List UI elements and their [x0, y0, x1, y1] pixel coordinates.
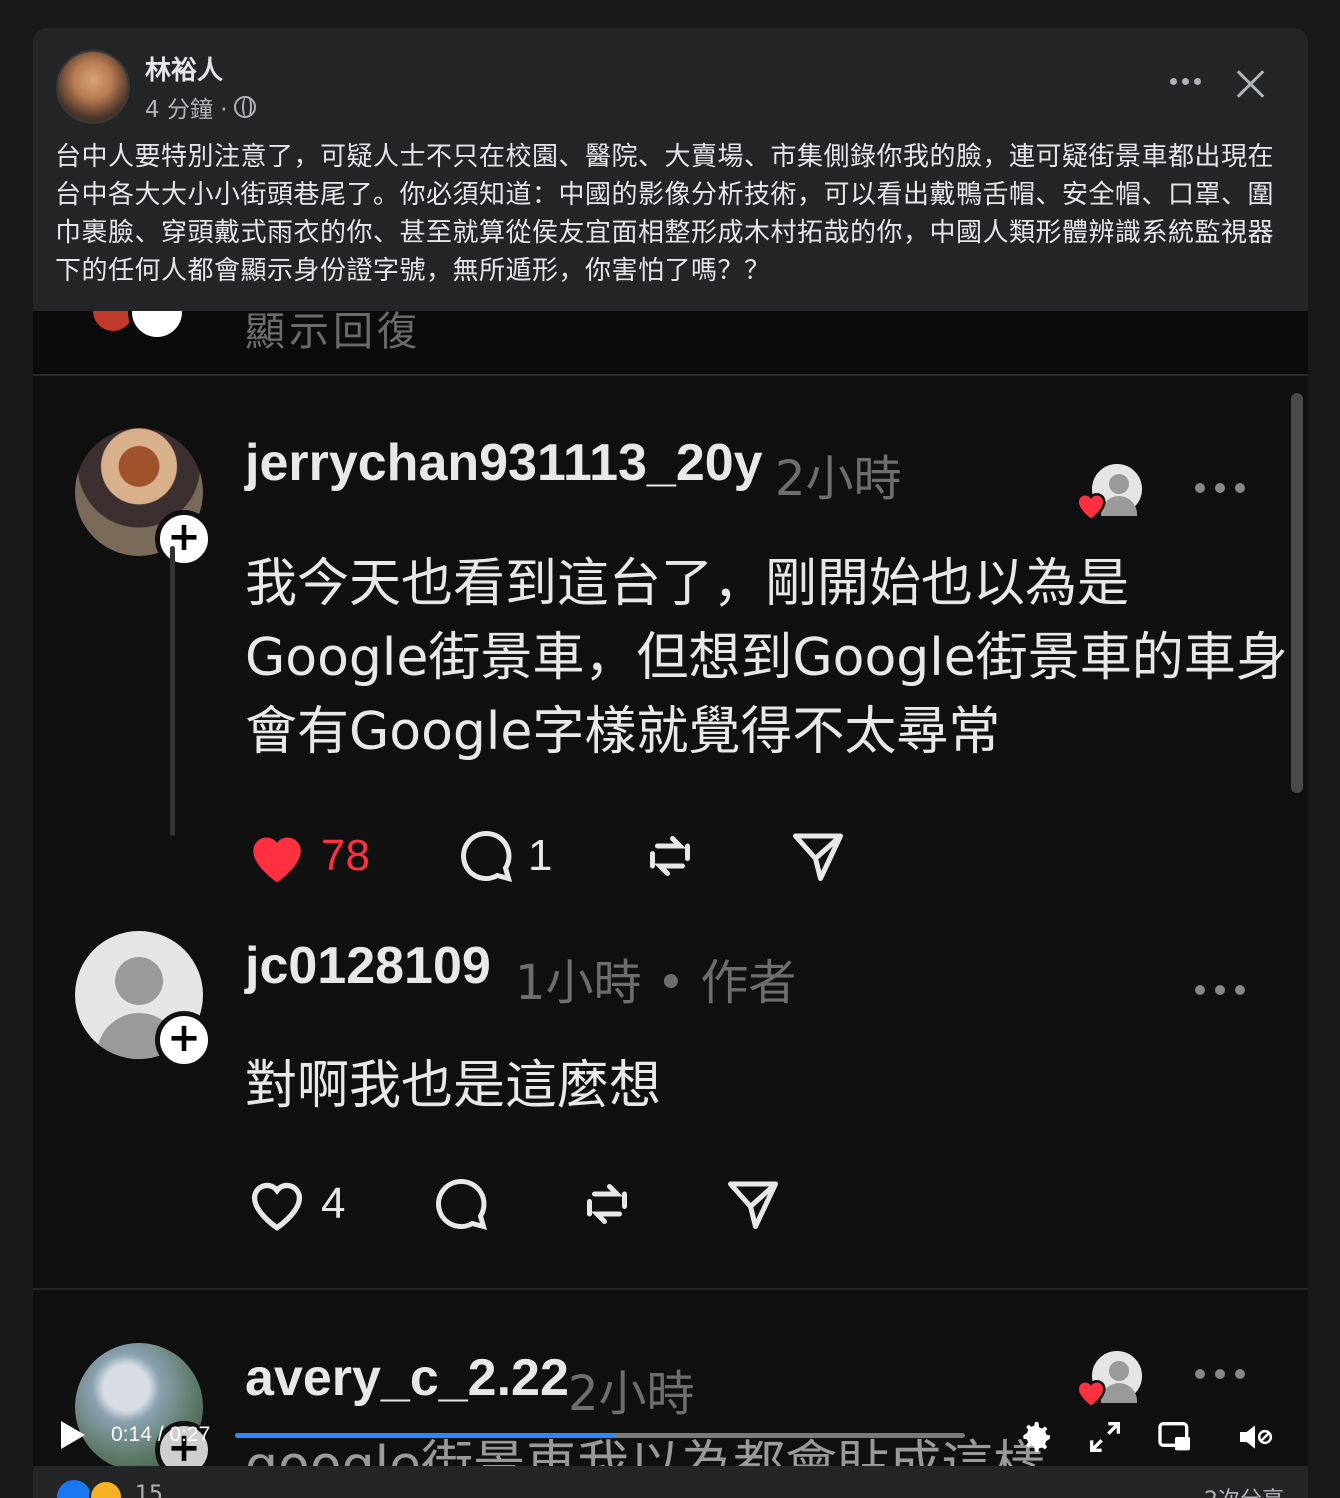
post-header: 林裕人 4 分鐘 ·: [33, 28, 1308, 128]
video-scrollbar: [1291, 393, 1303, 793]
comment-divider: [33, 1288, 1308, 1290]
like-count: 78: [245, 827, 370, 885]
comment-time: 1小時 • 作者: [515, 955, 797, 1011]
heart-filled-icon: [253, 837, 301, 883]
haha-reaction-icon: [89, 1480, 123, 1498]
comment-text: 我今天也看到這台了，剛開始也以為是 Google街景車，但想到Google街景車…: [245, 554, 1288, 762]
author-avatar[interactable]: [56, 50, 130, 124]
play-icon[interactable]: [61, 1421, 85, 1449]
picture-in-picture-icon[interactable]: [1155, 1417, 1195, 1457]
settings-gear-icon[interactable]: [1015, 1417, 1055, 1457]
comment-time: 2小時: [775, 451, 902, 507]
author-liked-badge: [1076, 461, 1145, 523]
post-dialog: 林裕人 4 分鐘 · 台中人要特別注意了，可疑人士不只在校園、醫院、大賣場、市集…: [33, 28, 1308, 1498]
mini-avatar: [93, 311, 133, 331]
thread-line: [170, 546, 175, 836]
comment-icon: [431, 1174, 491, 1234]
comment-actions: 4: [245, 1174, 783, 1234]
player-controls: 0:14 / 0:27: [33, 1411, 1308, 1463]
comment-more-icon: [1195, 483, 1245, 493]
author-name[interactable]: 林裕人: [145, 50, 223, 87]
comment-icon: [460, 830, 513, 883]
share-icon: [723, 1174, 783, 1234]
progress-bar[interactable]: [235, 1433, 965, 1438]
volume-muted-icon[interactable]: [1235, 1417, 1275, 1457]
like-reaction-icon: [57, 1480, 91, 1498]
post-time[interactable]: 4 分鐘 ·: [145, 90, 228, 124]
reply-count: 1: [456, 826, 552, 886]
reaction-count[interactable]: 15: [135, 1482, 163, 1498]
post-body-text: 台中人要特別注意了，可疑人士不只在校園、醫院、大賣場、市集側錄你我的臉，連可疑街…: [55, 142, 1275, 286]
comment-username: jc0128109: [245, 937, 491, 995]
repost-icon: [577, 1174, 637, 1234]
post-meta: 4 分鐘 ·: [145, 90, 256, 124]
comment-username: jerrychan931113_20y: [245, 434, 763, 492]
mini-avatar: [128, 311, 186, 341]
video-top-strip: 顯示回復: [33, 311, 1308, 376]
like-count: 4: [245, 1175, 345, 1233]
repost-icon: [640, 826, 700, 886]
follow-plus-icon: +: [155, 510, 213, 568]
close-icon[interactable]: [1231, 64, 1271, 104]
show-replies-text: 顯示回復: [245, 311, 421, 355]
follow-plus-icon: +: [155, 1011, 213, 1069]
comment-actions: 78 1: [245, 826, 848, 886]
comment-more-icon: [1195, 985, 1245, 995]
public-globe-icon: [233, 96, 256, 118]
share-icon: [788, 826, 848, 886]
timecode: 0:14 / 0:27: [111, 1423, 211, 1446]
comment-text: 對啊我也是這麼想: [245, 1056, 662, 1116]
fullscreen-icon[interactable]: [1085, 1417, 1125, 1457]
video-player[interactable]: 顯示回復 + jerrychan931113_20y 2小時 我今天也看到這台了…: [33, 311, 1308, 1466]
heart-outline-icon: [251, 1182, 303, 1231]
comment-username: avery_c_2.22: [245, 1349, 569, 1407]
progress-fill: [235, 1433, 615, 1438]
share-count[interactable]: 2次分享: [1204, 1482, 1284, 1498]
author-liked-badge: [1076, 1348, 1145, 1410]
comment-more-icon: [1195, 1369, 1245, 1379]
reaction-bar: 15 2次分享: [33, 1466, 1308, 1498]
more-options-button[interactable]: [1165, 66, 1205, 96]
